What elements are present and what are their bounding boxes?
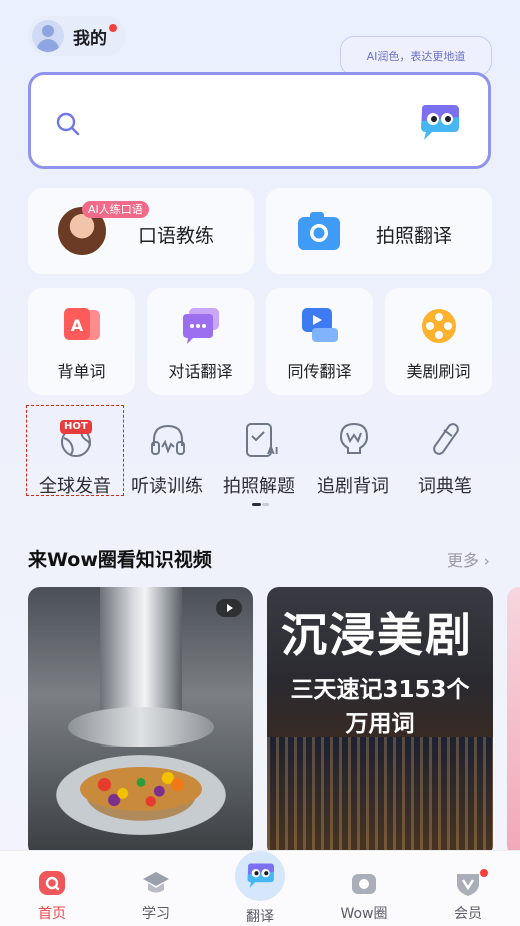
camera-video-icon	[352, 874, 376, 894]
tab-vip-label: 会员	[454, 906, 482, 922]
more-link[interactable]: 更多 ›	[447, 547, 490, 571]
drama-words-label: 美剧刷词	[406, 362, 471, 381]
tab-wow[interactable]: Wow圈	[312, 851, 416, 926]
press-ring	[68, 707, 214, 747]
photo-translate-label: 拍照翻译	[376, 225, 453, 247]
pager-dot	[262, 503, 269, 506]
video-play-icon	[302, 308, 338, 342]
tab-study[interactable]: 学习	[104, 851, 208, 926]
simultaneous-translate-card[interactable]: 同传翻译	[266, 288, 373, 395]
city-skyline	[267, 737, 493, 857]
photo-solve-tool[interactable]: AI 拍照解题	[210, 412, 308, 497]
drama-memorize-label: 追剧背词	[317, 476, 389, 497]
svg-text:AI: AI	[267, 446, 278, 457]
film-reel-icon	[422, 309, 456, 343]
avatar	[32, 20, 64, 52]
global-pronunciation-label: 全球发音	[39, 476, 111, 497]
search-icon	[56, 112, 80, 136]
home-icon	[39, 871, 65, 895]
tab-translate[interactable]: 翻译	[208, 851, 312, 926]
bubble-text: AI润色，表达更地道	[366, 50, 466, 63]
tab-home-label: 首页	[38, 906, 66, 922]
tab-wow-label: Wow圈	[340, 906, 388, 922]
speaking-coach-card[interactable]: AI人练口语 口语教练	[28, 188, 254, 274]
ai-practice-badge: AI人练口语	[82, 201, 149, 218]
ai-document-icon: AI	[246, 423, 278, 457]
vocab-label: 背单词	[57, 362, 106, 381]
pen-icon	[433, 423, 459, 455]
video-card-press[interactable]	[28, 587, 253, 857]
vocab-icon: A	[64, 308, 100, 340]
translate-mascot-icon	[247, 863, 274, 888]
mascot-icon[interactable]	[416, 103, 462, 143]
dialog-translate-card[interactable]: 对话翻译	[147, 288, 254, 395]
dictionary-pen-label: 词典笔	[418, 476, 472, 497]
hot-badge: HOT	[60, 420, 92, 434]
tab-translate-label: 翻译	[246, 909, 274, 925]
play-icon	[227, 604, 233, 612]
more-label: 更多	[447, 551, 480, 570]
section-title: 来Wow圈看知识视频	[28, 549, 212, 571]
listen-read-tool[interactable]: 听读训练	[118, 412, 216, 497]
headphones-icon	[151, 424, 185, 455]
me-label: 我的	[73, 28, 107, 49]
drama-memorize-tool[interactable]: 追剧背词	[304, 412, 402, 497]
photo-translate-card[interactable]: 拍照翻译	[266, 188, 492, 274]
tab-vip[interactable]: 会员	[416, 851, 520, 926]
video-card-peek[interactable]	[507, 587, 520, 857]
video-overlay-title: 沉浸美剧	[281, 608, 473, 662]
play-badge[interactable]	[216, 599, 242, 617]
tab-study-label: 学习	[142, 906, 170, 922]
tab-home[interactable]: 首页	[0, 851, 104, 926]
pager-dot-active	[252, 503, 261, 506]
tab-bar: 首页 学习 翻译 Wow圈 会员	[0, 850, 520, 926]
dialog-icon	[183, 308, 219, 344]
vip-shield-icon	[457, 874, 479, 896]
photo-solve-label: 拍照解题	[223, 476, 295, 497]
drama-words-card[interactable]: 美剧刷词	[385, 288, 492, 395]
simultaneous-translate-label: 同传翻译	[287, 362, 352, 381]
camera-icon	[298, 212, 340, 250]
listen-read-label: 听读训练	[131, 476, 203, 497]
global-pronunciation-tool[interactable]: HOT 全球发音	[26, 412, 124, 497]
search-input[interactable]	[28, 72, 491, 169]
dictionary-pen-tool[interactable]: 词典笔	[396, 412, 494, 497]
ai-polish-bubble[interactable]: AI润色，表达更地道	[340, 36, 492, 76]
notification-dot	[109, 24, 117, 32]
dialog-translate-label: 对话翻译	[168, 362, 233, 381]
video-overlay-subtitle: 三天速记3153个 万用词	[290, 677, 470, 737]
vip-notification-dot	[480, 869, 488, 877]
chevron-right-icon: ›	[479, 552, 490, 570]
speaking-coach-label: 口语教练	[138, 225, 215, 247]
graduation-cap-icon	[143, 872, 169, 893]
lightbulb-w-icon	[339, 422, 369, 454]
vocab-card[interactable]: A 背单词	[28, 288, 135, 395]
candies	[80, 767, 202, 811]
profile-pill[interactable]: 我的	[28, 16, 126, 56]
video-card-drama[interactable]: 沉浸美剧 三天速记3153个 万用词	[267, 587, 493, 857]
svg-text:A: A	[71, 316, 84, 335]
